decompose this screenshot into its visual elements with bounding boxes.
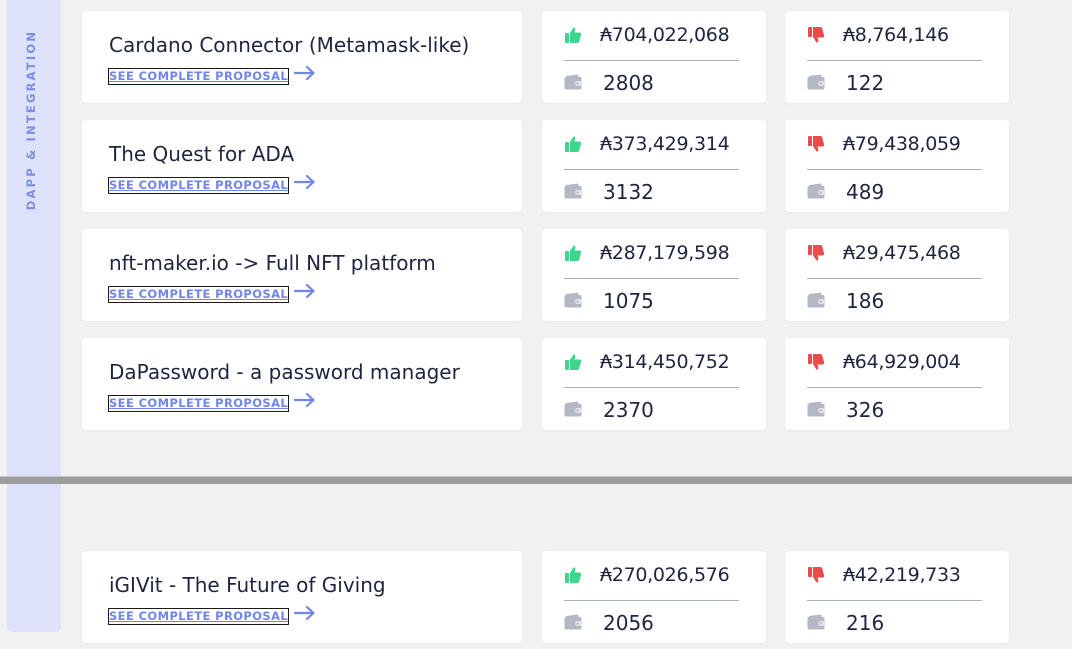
wallet-icon — [564, 292, 584, 308]
yes-ada-amount: ₳314,450,752 — [600, 351, 730, 373]
proposal-title: The Quest for ADA — [109, 142, 295, 166]
no-ada-amount: ₳64,929,004 — [843, 351, 961, 373]
divider-line — [564, 60, 739, 61]
arrow-right-icon[interactable] — [293, 281, 316, 301]
no-wallet-count: 186 — [846, 289, 885, 313]
category-tab-next — [7, 484, 61, 632]
see-complete-proposal-link[interactable]: SEE COMPLETE PROPOSAL — [108, 68, 290, 85]
wallet-icon — [807, 292, 827, 308]
wallet-icon — [807, 401, 827, 417]
see-complete-proposal-link[interactable]: SEE COMPLETE PROPOSAL — [108, 395, 290, 412]
thumbs-down-icon — [807, 566, 825, 584]
no-wallet-count: 489 — [846, 180, 885, 204]
wallet-icon — [564, 183, 584, 199]
see-complete-proposal-link[interactable]: SEE COMPLETE PROPOSAL — [108, 177, 290, 194]
divider-line — [807, 169, 982, 170]
yes-votes-card: ₳704,022,068 2808 — [542, 11, 766, 103]
thumbs-down-icon — [807, 26, 825, 44]
arrow-right-icon[interactable] — [293, 390, 316, 410]
section-divider — [0, 476, 1072, 484]
see-complete-proposal-link[interactable]: SEE COMPLETE PROPOSAL — [108, 608, 290, 625]
thumbs-up-icon — [564, 353, 582, 371]
wallet-icon — [564, 401, 584, 417]
yes-ada-amount: ₳287,179,598 — [600, 242, 730, 264]
thumbs-up-icon — [564, 244, 582, 262]
divider-line — [807, 600, 982, 601]
proposal-title: Cardano Connector (Metamask-like) — [109, 33, 470, 57]
arrow-right-icon[interactable] — [293, 63, 316, 83]
no-votes-card: ₳8,764,146 122 — [785, 11, 1009, 103]
divider-line — [807, 278, 982, 279]
no-votes-card: ₳29,475,468 186 — [785, 229, 1009, 321]
divider-line — [807, 387, 982, 388]
yes-votes-card: ₳287,179,598 1075 — [542, 229, 766, 321]
arrow-right-icon[interactable] — [293, 172, 316, 192]
yes-votes-card: ₳314,450,752 2370 — [542, 338, 766, 430]
proposal-title: iGIVit - The Future of Giving — [109, 573, 386, 597]
no-ada-amount: ₳8,764,146 — [843, 24, 949, 46]
divider-line — [807, 60, 982, 61]
yes-ada-amount: ₳270,026,576 — [600, 564, 730, 586]
yes-votes-card: ₳270,026,576 2056 — [542, 551, 766, 643]
divider-line — [564, 278, 739, 279]
wallet-icon — [807, 183, 827, 199]
thumbs-down-icon — [807, 353, 825, 371]
thumbs-up-icon — [564, 26, 582, 44]
thumbs-up-icon — [564, 566, 582, 584]
thumbs-down-icon — [807, 135, 825, 153]
proposal-card: Cardano Connector (Metamask-like) SEE CO… — [82, 11, 522, 103]
thumbs-up-icon — [564, 135, 582, 153]
wallet-icon — [564, 614, 584, 630]
divider-line — [564, 387, 739, 388]
no-votes-card: ₳42,219,733 216 — [785, 551, 1009, 643]
divider-line — [564, 169, 739, 170]
category-label: DAPP & INTEGRATION — [24, 29, 38, 211]
yes-votes-card: ₳373,429,314 3132 — [542, 120, 766, 212]
thumbs-down-icon — [807, 244, 825, 262]
wallet-icon — [807, 74, 827, 90]
proposal-card: DaPassword - a password manager SEE COMP… — [82, 338, 522, 430]
proposal-card: nft-maker.io -> Full NFT platform SEE CO… — [82, 229, 522, 321]
yes-wallet-count: 2370 — [603, 398, 654, 422]
category-tab: DAPP & INTEGRATION — [7, 0, 61, 476]
no-votes-card: ₳79,438,059 489 — [785, 120, 1009, 212]
divider-line — [564, 600, 739, 601]
proposal-card: The Quest for ADA SEE COMPLETE PROPOSAL — [82, 120, 522, 212]
yes-ada-amount: ₳373,429,314 — [600, 133, 730, 155]
see-complete-proposal-link[interactable]: SEE COMPLETE PROPOSAL — [108, 286, 290, 303]
no-votes-card: ₳64,929,004 326 — [785, 338, 1009, 430]
proposal-title: nft-maker.io -> Full NFT platform — [109, 251, 436, 275]
proposal-card: iGIVit - The Future of Giving SEE COMPLE… — [82, 551, 522, 643]
no-wallet-count: 216 — [846, 611, 885, 635]
no-ada-amount: ₳29,475,468 — [843, 242, 961, 264]
yes-wallet-count: 1075 — [603, 289, 654, 313]
wallet-icon — [564, 74, 584, 90]
yes-wallet-count: 2808 — [603, 71, 654, 95]
no-ada-amount: ₳79,438,059 — [843, 133, 961, 155]
yes-wallet-count: 2056 — [603, 611, 654, 635]
no-wallet-count: 122 — [846, 71, 885, 95]
proposal-title: DaPassword - a password manager — [109, 360, 460, 384]
yes-ada-amount: ₳704,022,068 — [600, 24, 730, 46]
yes-wallet-count: 3132 — [603, 180, 654, 204]
no-ada-amount: ₳42,219,733 — [843, 564, 961, 586]
wallet-icon — [807, 614, 827, 630]
arrow-right-icon[interactable] — [293, 603, 316, 623]
no-wallet-count: 326 — [846, 398, 885, 422]
